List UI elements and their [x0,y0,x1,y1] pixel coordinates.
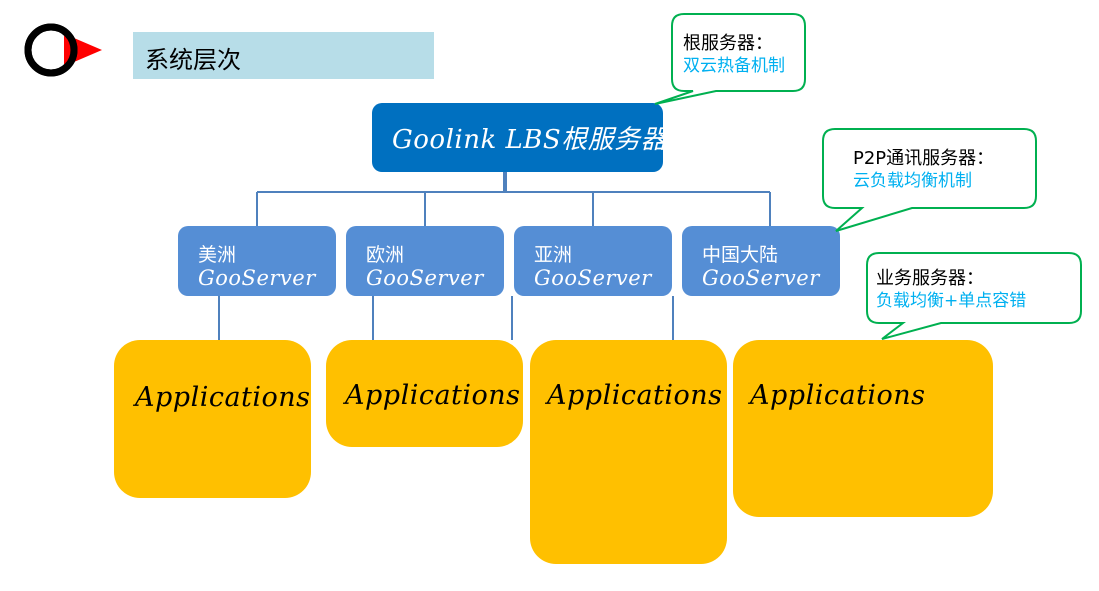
callout-detail: 云负载均衡机制 [853,171,972,191]
callout-root: 根服务器： 双云热备机制 [683,33,785,77]
callout-title: 根服务器： [683,33,773,54]
callout-business: 业务服务器： 负载均衡+单点容错 [876,268,1026,312]
callout-title: 业务服务器： [876,268,984,289]
callout-p2p: P2P通讯服务器： 云负载均衡机制 [853,148,994,192]
callout-title: P2P通讯服务器： [853,148,995,169]
callout-detail: 双云热备机制 [683,56,785,76]
callout-detail: 负载均衡+单点容错 [876,291,1027,311]
